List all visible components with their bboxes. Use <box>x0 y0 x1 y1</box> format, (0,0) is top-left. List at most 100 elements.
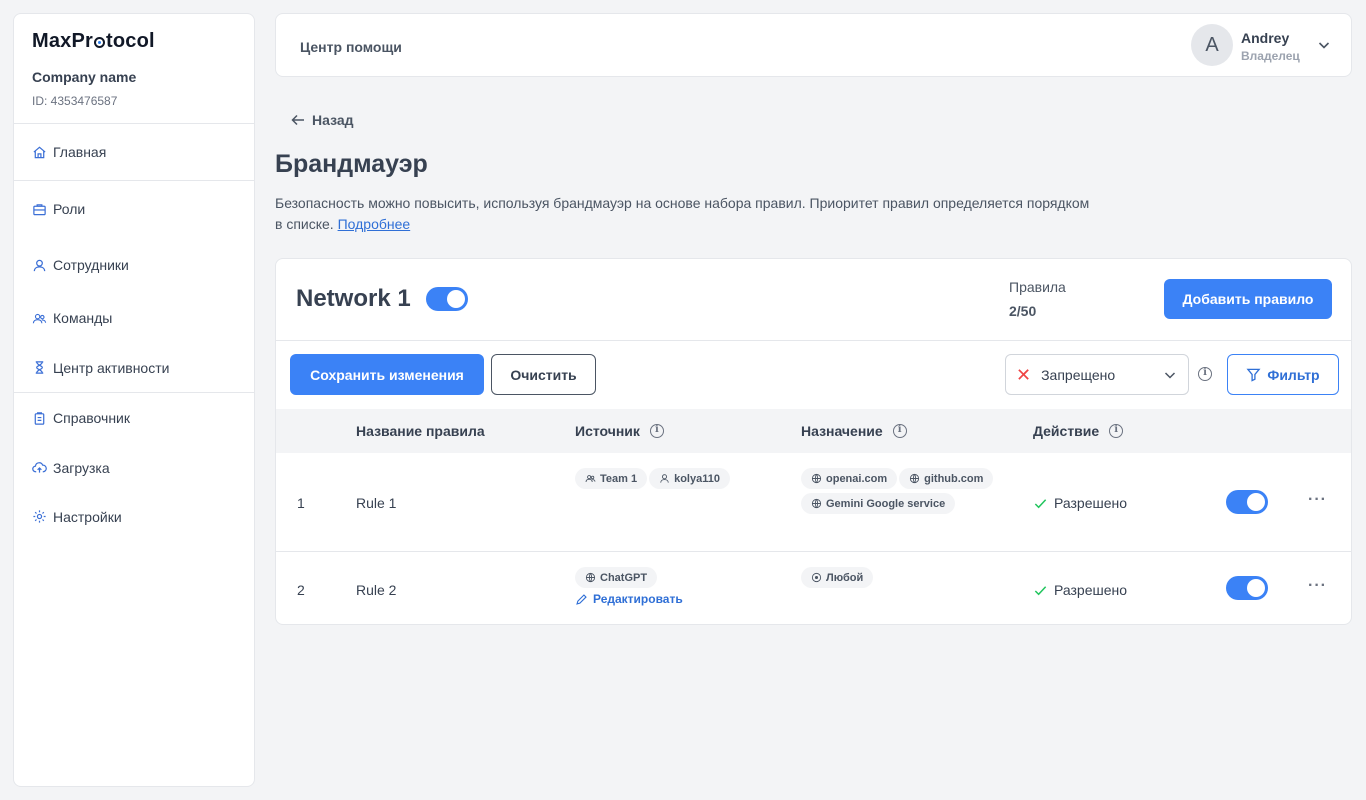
check-icon <box>1034 498 1047 508</box>
network-toggle[interactable] <box>426 287 468 311</box>
add-rule-button[interactable]: Добавить правило <box>1164 279 1332 319</box>
header-title: Центр помощи <box>300 39 402 55</box>
network-card: Network 1 Правила 2/50 Добавить правило … <box>275 258 1352 625</box>
source-chip: kolya110 <box>649 468 730 489</box>
chip-label: Gemini Google service <box>826 497 946 510</box>
network-title: Network 1 <box>296 285 411 312</box>
action-filter-value: Запрещено <box>1041 366 1116 383</box>
sidebar-item-label: Роли <box>53 201 86 217</box>
rule-name: Rule 2 <box>356 582 397 598</box>
sidebar-item-roles[interactable]: Роли <box>14 181 254 237</box>
sidebar-item-home[interactable]: Главная <box>14 124 254 181</box>
action-status: Разрешено <box>1033 495 1127 511</box>
user-name[interactable]: Andrey <box>1241 30 1289 46</box>
action-status: Разрешено <box>1033 582 1127 598</box>
globe-icon <box>585 572 596 583</box>
chip-label: kolya110 <box>674 472 720 485</box>
arrow-left-icon <box>291 114 304 126</box>
user-icon <box>660 474 669 483</box>
info-icon[interactable] <box>1109 424 1124 438</box>
sidebar-item-directory[interactable]: Справочник <box>14 393 254 443</box>
table-header: Название правила Источник Назначение Дей… <box>276 409 1351 453</box>
source-chips: ChatGPT Редактировать <box>575 567 785 606</box>
source-chip: Team 1 <box>575 468 648 489</box>
rules-count: 2/50 <box>1009 303 1037 319</box>
rule-number: 1 <box>297 495 305 511</box>
sidebar-item-activity-center[interactable]: Центр активности <box>14 343 254 393</box>
divider <box>276 340 1351 341</box>
sidebar-item-label: Загрузка <box>53 459 110 476</box>
close-icon: ✕ <box>1016 364 1032 385</box>
column-header-label: Источник <box>575 423 640 439</box>
chip-label: ChatGPT <box>600 571 648 584</box>
briefcase-icon <box>33 203 46 215</box>
globe-icon <box>910 473 920 484</box>
edit-link[interactable]: Редактировать <box>575 592 683 606</box>
rule-toggle[interactable] <box>1226 576 1268 600</box>
brand-block: MaxPr tocol Company name ID: 4353476587 <box>14 14 254 124</box>
destination-chip: Любой <box>801 567 874 588</box>
learn-more-link[interactable]: Подробнее <box>338 216 411 232</box>
destination-chip: openai.com <box>801 468 898 489</box>
funnel-icon <box>1246 368 1261 382</box>
logo-mark-icon <box>94 37 106 48</box>
save-changes-button[interactable]: Сохранить изменения <box>290 354 484 395</box>
action-filter-select[interactable]: ✕ Запрещено <box>1005 354 1189 395</box>
destination-chips: openai.com github.com Gemini Google serv… <box>801 468 1011 518</box>
source-chip: ChatGPT <box>575 567 658 588</box>
column-header-action: Действие <box>1033 423 1124 439</box>
info-icon[interactable] <box>1198 367 1212 381</box>
column-header-source: Источник <box>575 423 664 439</box>
filter-label: Фильтр <box>1267 366 1320 383</box>
users-icon <box>585 475 596 482</box>
sidebar-item-label: Настройки <box>53 508 122 525</box>
back-link[interactable]: Назад <box>290 112 354 128</box>
destination-chip: github.com <box>899 468 994 489</box>
sidebar-item-label: Команды <box>53 310 113 326</box>
rules-label: Правила <box>1009 279 1066 295</box>
chip-label: github.com <box>924 472 984 485</box>
rule-toggle[interactable] <box>1226 490 1268 514</box>
column-header-label: Назначение <box>801 423 883 439</box>
globe-icon <box>811 473 822 484</box>
sidebar-item-label: Сотрудники <box>53 257 129 273</box>
check-icon <box>1034 585 1047 595</box>
sidebar-item-settings[interactable]: Настройки <box>14 492 254 541</box>
back-label: Назад <box>312 112 354 128</box>
column-header-name: Название правила <box>356 423 485 439</box>
user-role: Владелец <box>1241 49 1300 63</box>
column-header-label: Название правила <box>356 423 485 439</box>
company-name: Company name <box>32 69 137 85</box>
table-row[interactable]: 2 Rule 2 ChatGPT Редактировать Любой Раз… <box>276 552 1351 624</box>
action-label: Разрешено <box>1054 582 1128 598</box>
company-id: ID: 4353476587 <box>32 94 118 108</box>
sidebar-item-upload[interactable]: Загрузка <box>14 443 254 492</box>
sidebar-item-employees[interactable]: Сотрудники <box>14 237 254 293</box>
sidebar-item-label: Справочник <box>53 410 130 426</box>
sidebar-item-label: Главная <box>53 144 107 160</box>
edit-label: Редактировать <box>593 592 683 606</box>
sidebar-item-teams[interactable]: Команды <box>14 293 254 343</box>
hourglass-icon <box>35 361 44 374</box>
info-icon[interactable] <box>892 424 907 438</box>
source-chips: Team 1 kolya110 <box>575 468 785 493</box>
clear-button[interactable]: Очистить <box>491 354 596 395</box>
filter-button[interactable]: Фильтр <box>1227 354 1339 395</box>
column-header-destination: Назначение <box>801 423 907 439</box>
pencil-icon <box>576 593 587 605</box>
info-icon[interactable] <box>649 424 664 438</box>
chip-label: Любой <box>826 571 864 584</box>
avatar[interactable]: A <box>1191 24 1233 66</box>
globe-icon <box>811 498 822 509</box>
more-options-icon[interactable]: ··· <box>1308 577 1327 595</box>
destination-chip: Gemini Google service <box>801 493 956 514</box>
home-icon <box>33 146 46 158</box>
clipboard-icon <box>34 411 45 425</box>
more-options-icon[interactable]: ··· <box>1308 491 1327 509</box>
logo[interactable]: MaxPr tocol <box>32 30 236 53</box>
chevron-down-icon <box>1164 372 1176 379</box>
chip-label: openai.com <box>826 472 888 485</box>
chevron-down-icon[interactable] <box>1316 37 1332 53</box>
table-row[interactable]: 1 Rule 1 Team 1 kolya110 openai.com gith… <box>276 453 1351 552</box>
top-bar: Центр помощи A Andrey Владелец <box>275 13 1352 77</box>
